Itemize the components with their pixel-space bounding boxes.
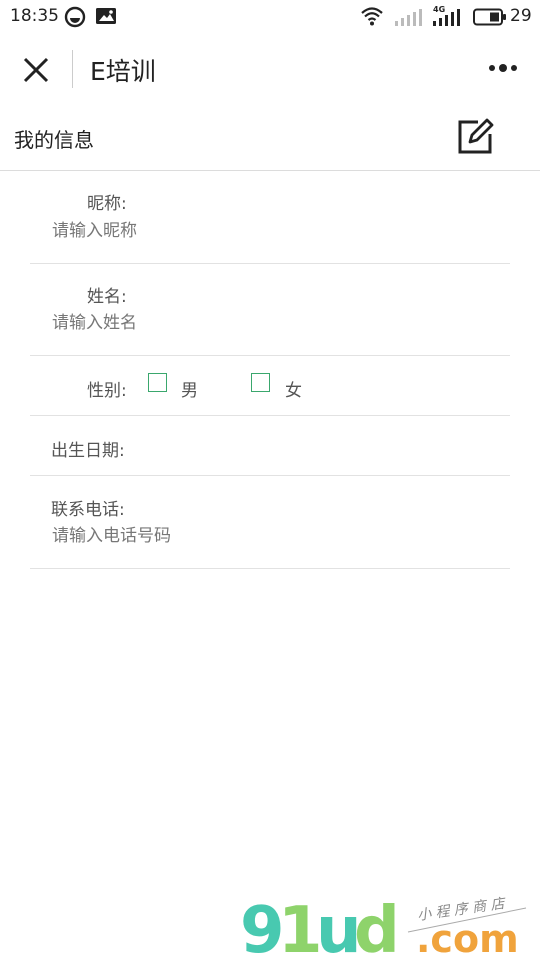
page-title: E培训 (90, 57, 156, 86)
birthday-label: 出生日期: (51, 441, 125, 461)
watermark-graphic: 9 1 u d .com 小 程 序 商 店 (240, 894, 527, 964)
edit-icon[interactable] (456, 118, 494, 156)
sync-icon (64, 6, 86, 28)
form-row-gender: 性别: 男 女 (30, 355, 510, 416)
signal-4g-icon (433, 9, 460, 26)
svg-text:d: d (354, 894, 398, 960)
nickname-label: 昵称: (87, 194, 127, 214)
section-title: 我的信息 (14, 128, 94, 152)
gender-female-label: 女 (285, 381, 302, 401)
name-input[interactable] (52, 311, 492, 335)
gender-female-checkbox[interactable] (251, 373, 270, 392)
more-icon[interactable] (486, 60, 522, 76)
nav-divider (72, 50, 73, 88)
signal-icon (395, 9, 422, 26)
status-bar: 18:35 4G 29 (0, 0, 540, 34)
form-row-birthday[interactable]: 出生日期: (30, 415, 510, 476)
battery-percent: 29 (510, 6, 532, 26)
gender-male-checkbox[interactable] (148, 373, 167, 392)
form-row-nickname: 昵称: (30, 170, 510, 264)
close-icon[interactable] (22, 56, 50, 84)
name-label: 姓名: (87, 287, 127, 307)
wifi-icon (361, 7, 383, 26)
phone-label: 联系电话: (51, 500, 125, 520)
status-time: 18:35 (10, 6, 59, 26)
battery-icon (473, 8, 506, 26)
phone-input[interactable] (52, 524, 492, 548)
gender-male-label: 男 (181, 381, 198, 401)
watermark-logo: 9 1 u d .com 小 程 序 商 店 (240, 888, 540, 964)
nickname-input[interactable] (52, 219, 492, 243)
svg-text:.com: .com (416, 917, 519, 960)
svg-text:9: 9 (240, 894, 283, 960)
photo-notification-icon (96, 8, 116, 24)
nav-bar: E培训 (0, 34, 540, 104)
form-row-phone: 联系电话: (30, 475, 510, 569)
svg-text:1: 1 (278, 894, 321, 960)
gender-label: 性别: (87, 381, 127, 401)
section-header: 我的信息 (0, 104, 540, 171)
form-row-name: 姓名: (30, 263, 510, 356)
